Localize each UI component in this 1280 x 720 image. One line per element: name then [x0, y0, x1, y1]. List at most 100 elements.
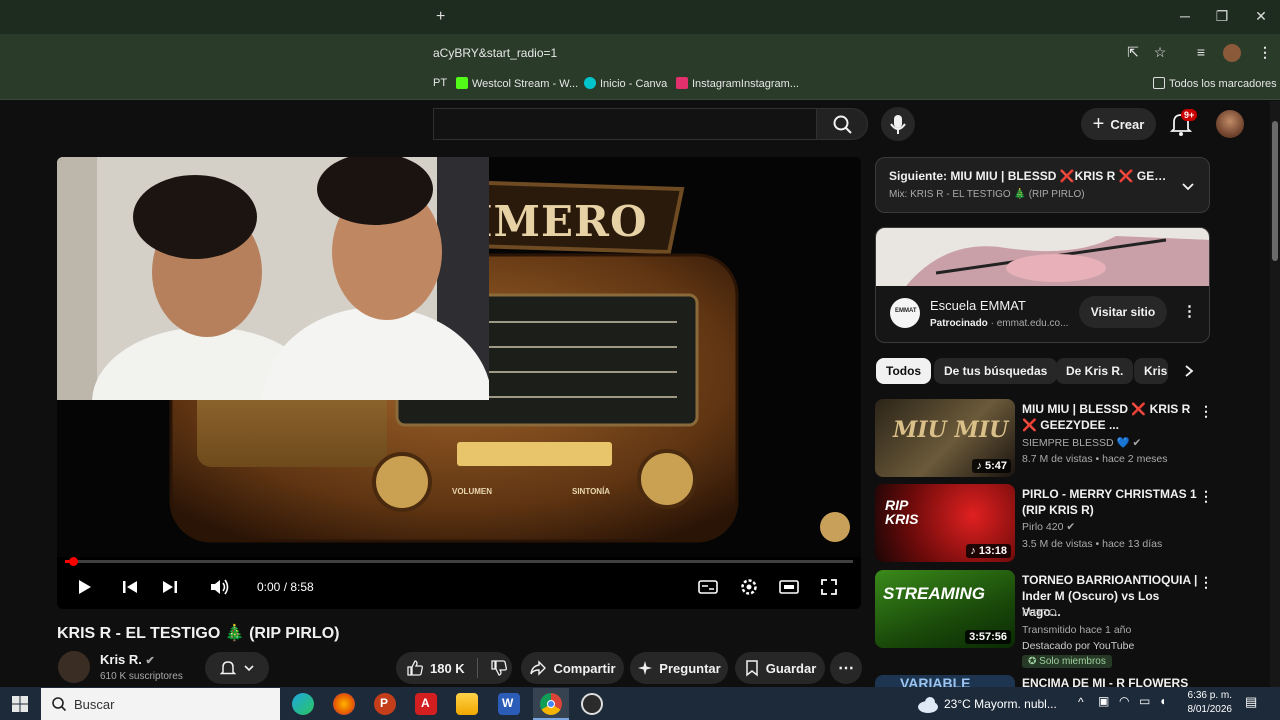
visit-site-button[interactable]: Visitar sitio [1079, 296, 1167, 328]
bookmark-label: Inicio - Canva [600, 78, 668, 90]
chevron-right-icon[interactable] [1182, 364, 1196, 378]
more-options-icon[interactable]: ⋮ [1199, 488, 1213, 505]
settings-button[interactable] [737, 577, 761, 602]
browser-menu-icon[interactable]: ⋮ [1256, 44, 1274, 61]
restore-button[interactable]: ❐ [1212, 8, 1232, 25]
play-icon [79, 580, 91, 594]
clock-time: 6:36 p. m. [1187, 690, 1232, 701]
duration-badge: ♪ 5:47 [972, 459, 1011, 473]
more-options-icon[interactable]: ⋮ [1199, 403, 1213, 420]
close-window-button[interactable]: ✕ [1251, 8, 1271, 25]
weather-text: 23°C Mayorm. nubl... [944, 697, 1057, 711]
video-thumbnail[interactable]: VARIABLE [875, 675, 1015, 687]
sponsored-ad[interactable]: EMMAT Escuela EMMAT Patrocinado · emmat.… [875, 227, 1210, 343]
save-label: Guardar [765, 660, 817, 676]
rec-channel: SIEMPRE BLESSD 💙 ✔ [1022, 436, 1141, 449]
taskbar-clock[interactable]: 6:36 p. m. 8/01/2026 [1182, 689, 1233, 717]
ad-logo: EMMAT [890, 298, 920, 328]
new-tab-button[interactable]: + [436, 8, 445, 26]
show-hidden-icons[interactable]: ^ [1078, 695, 1084, 709]
radio-volume-label: VOLUMEN [452, 487, 492, 496]
taskbar-search-box[interactable]: Buscar [41, 688, 280, 720]
like-count[interactable]: 180 K [430, 661, 465, 676]
search-button[interactable] [816, 108, 868, 140]
chip-from-channel[interactable]: De Kris R. [1056, 358, 1134, 384]
page-scrollbar[interactable] [1270, 101, 1280, 687]
chip-from-searches[interactable]: De tus búsquedas [934, 358, 1058, 384]
save-button[interactable]: Guardar [735, 652, 825, 684]
notification-center-icon[interactable]: ▤ [1245, 694, 1257, 710]
bookmark-item-westcol[interactable]: Westcol Stream - W... [456, 77, 578, 90]
duration-badge: 3:57:56 [965, 630, 1011, 644]
thumbs-up-icon[interactable] [406, 659, 424, 677]
ad-sponsored-label: Patrocinado [930, 318, 988, 329]
ad-banner-image [876, 228, 1209, 286]
channel-avatar[interactable] [58, 651, 90, 683]
word-icon[interactable]: W [498, 693, 520, 715]
bookmark-item[interactable]: PT [433, 77, 447, 89]
list-item[interactable]: STREAMING 3:57:56 TORNEO BARRIOANTIOQUIA… [875, 570, 1215, 652]
verified-icon: ✔ [1132, 437, 1142, 449]
file-explorer-icon[interactable] [456, 693, 478, 715]
rec-title-line: MIU MIU | BLESSD ❌ KRIS R [1022, 402, 1191, 416]
obs-icon[interactable] [581, 693, 603, 715]
list-item[interactable]: RIP KRIS ♪ 13:18 PIRLO - MERRY CHRISTMAS… [875, 484, 1215, 566]
acrobat-icon[interactable]: A [415, 693, 437, 715]
progress-scrubber[interactable] [68, 557, 78, 566]
play-button[interactable] [72, 577, 96, 602]
speaker-icon[interactable]: ◖ [1159, 694, 1166, 708]
profile-avatar[interactable] [1223, 44, 1241, 62]
reading-list-icon[interactable]: ≡ [1192, 44, 1210, 60]
create-button[interactable]: + Crear [1081, 108, 1156, 140]
powerpoint-icon[interactable]: P [374, 693, 396, 715]
ask-button[interactable]: Preguntar [630, 652, 728, 684]
volume-button[interactable] [208, 577, 232, 602]
wifi-icon[interactable]: ◠ [1119, 694, 1129, 708]
video-player[interactable]: RIMERO VOLUMEN SINTONÍA 0:00 / 8:58 [57, 157, 861, 609]
fullscreen-button[interactable] [817, 577, 841, 602]
rec-title[interactable]: ENCIMA DE MI - R FLOWERS [1022, 677, 1202, 687]
firefox-icon[interactable] [333, 693, 355, 715]
bookmark-item-instagram[interactable]: InstagramInstagram... [676, 77, 799, 90]
edge-icon[interactable] [292, 693, 314, 715]
next-button[interactable] [158, 577, 182, 602]
battery-icon[interactable]: ▭ [1139, 694, 1150, 708]
previous-button[interactable] [118, 577, 142, 602]
all-bookmarks-label: Todos los marcadores [1169, 78, 1277, 90]
notifications-button[interactable]: 9+ [1169, 109, 1198, 137]
theater-mode-button[interactable] [777, 577, 801, 602]
minimize-button[interactable]: ─ [1175, 8, 1195, 24]
scrollbar-thumb[interactable] [1272, 121, 1278, 261]
up-next-panel[interactable]: Siguiente: MIU MIU | BLESSD ❌KRIS R ❌ GE… [875, 157, 1210, 213]
theater-icon [779, 580, 799, 594]
chip-all[interactable]: Todos [876, 358, 932, 384]
bookmark-item-canva[interactable]: Inicio - Canva [584, 77, 667, 90]
search-input[interactable] [433, 108, 816, 140]
start-button[interactable] [11, 695, 29, 718]
progress-track[interactable] [65, 560, 853, 563]
video-title: KRIS R - EL TESTIGO 🎄 (RIP PIRLO) [57, 625, 340, 642]
chip-kris[interactable]: Kris [1134, 358, 1168, 384]
thumbs-down-icon[interactable] [490, 659, 508, 677]
more-options-icon[interactable]: ⋮ [1199, 574, 1213, 591]
more-horizontal-icon: ⋯ [838, 660, 854, 677]
all-bookmarks[interactable]: Todos los marcadores [1153, 77, 1277, 90]
notification-bell-dropdown[interactable] [205, 652, 269, 684]
ad-more-icon[interactable]: ⋮ [1182, 302, 1197, 320]
more-actions-button[interactable]: ⋯ [830, 652, 862, 684]
chrome-taskbar-button[interactable] [533, 688, 569, 720]
account-avatar[interactable] [1216, 110, 1244, 138]
share-button[interactable]: Compartir [521, 652, 624, 684]
install-app-icon[interactable]: ⇱ [1124, 44, 1142, 61]
voice-search-button[interactable] [881, 107, 915, 141]
channel-name-label: Kris R. [100, 652, 142, 667]
subtitles-button[interactable] [696, 577, 720, 602]
video-thumbnail: MIU MIU ♪ 5:47 [875, 399, 1015, 477]
create-label: Crear [1110, 116, 1145, 132]
channel-name[interactable]: Kris R. ✔ [100, 652, 155, 667]
address-bar-url[interactable]: aCyBRY&start_radio=1 [433, 46, 557, 60]
chevron-down-icon[interactable] [1181, 179, 1195, 193]
bookmark-star-icon[interactable]: ☆ [1151, 44, 1169, 61]
device-icon[interactable]: ▣ [1098, 694, 1109, 708]
list-item[interactable]: MIU MIU ♪ 5:47 MIU MIU | BLESSD ❌ KRIS R… [875, 399, 1215, 481]
